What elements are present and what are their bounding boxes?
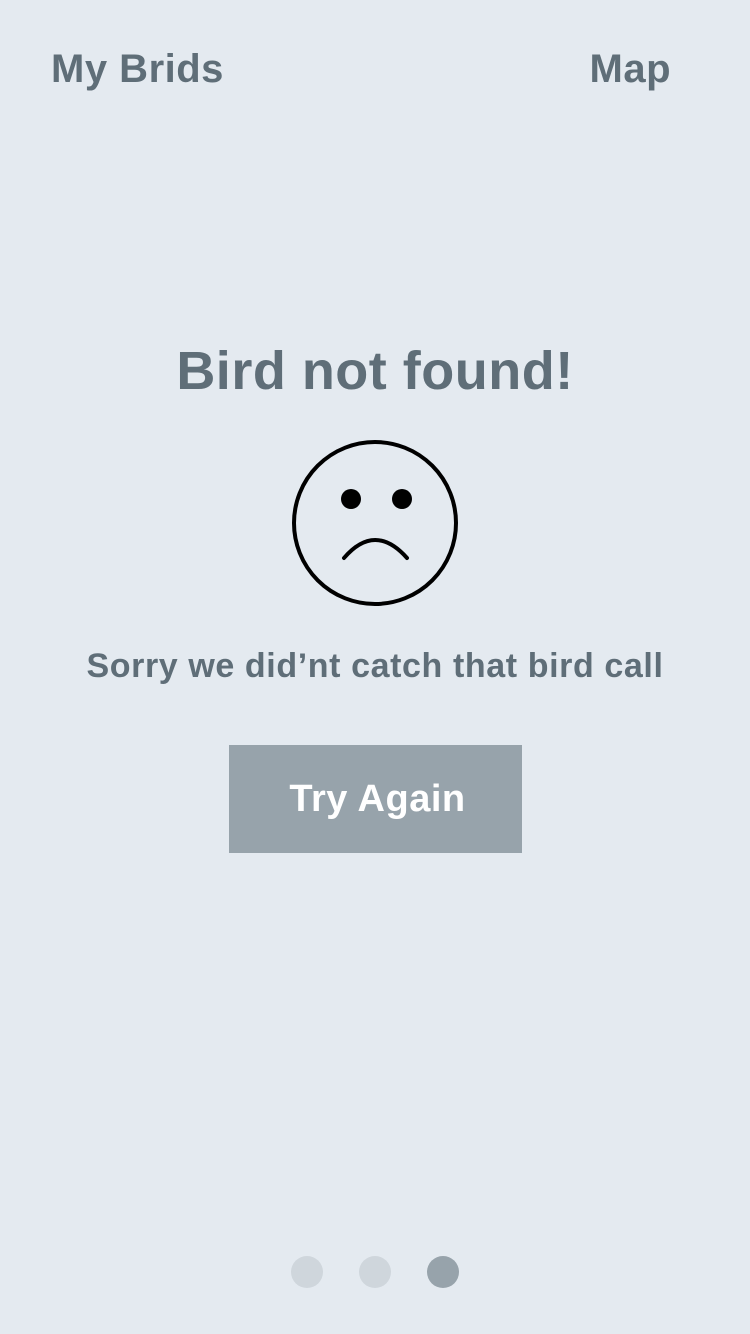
sad-face-icon (292, 440, 458, 606)
page-indicator (291, 1256, 461, 1288)
page-dot-2[interactable] (359, 1256, 391, 1288)
page-dot-1[interactable] (291, 1256, 323, 1288)
page-dot-3[interactable] (427, 1256, 459, 1288)
error-message: Sorry we did’nt catch that bird call (86, 647, 664, 685)
page-title: Bird not found! (176, 341, 574, 401)
my-birds-link[interactable]: My Brids (51, 44, 224, 94)
map-link[interactable]: Map (590, 44, 672, 94)
bird-not-found-screen: My Brids Map Bird not found! Sorry we di… (0, 0, 750, 1334)
try-again-button[interactable]: Try Again (229, 745, 522, 853)
